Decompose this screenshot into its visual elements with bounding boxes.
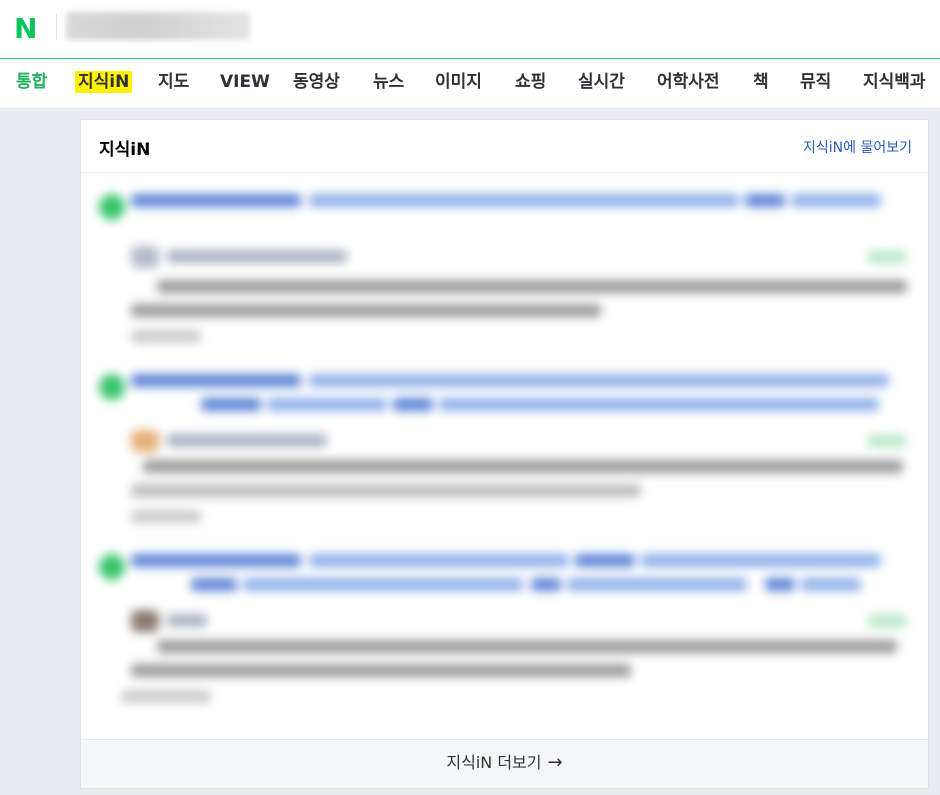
tab-integrated[interactable]: 통합 xyxy=(16,71,47,93)
more-jisikin-button[interactable]: 지식iN 더보기 → xyxy=(81,739,928,788)
question-badge-icon xyxy=(99,554,125,580)
tab-news[interactable]: 뉴스 xyxy=(373,71,404,93)
answer-badge xyxy=(867,250,907,264)
result-title-hl[interactable] xyxy=(745,194,785,207)
more-jisikin-label: 지식iN 더보기 xyxy=(446,753,542,772)
tab-dictionary[interactable]: 어학사전 xyxy=(657,71,720,93)
avatar xyxy=(131,246,159,268)
result-snippet xyxy=(131,304,601,317)
question-badge-icon xyxy=(99,194,125,220)
result-meta xyxy=(167,434,327,447)
result-title-hl[interactable] xyxy=(393,398,433,411)
search-input[interactable] xyxy=(66,12,250,40)
result-date xyxy=(131,330,201,343)
result-snippet xyxy=(157,280,907,293)
tab-encyclopedia[interactable]: 지식백과 xyxy=(863,71,926,93)
result-snippet xyxy=(157,640,897,653)
result-title[interactable] xyxy=(131,194,301,207)
tab-shopping[interactable]: 쇼핑 xyxy=(515,71,546,93)
result-title-hl[interactable] xyxy=(201,398,261,411)
arrow-right-icon: → xyxy=(547,752,563,773)
list-item[interactable] xyxy=(95,180,921,360)
list-item[interactable] xyxy=(95,360,921,540)
result-title-cont[interactable] xyxy=(309,194,739,207)
result-title-hl[interactable] xyxy=(575,554,635,567)
card-title: 지식iN xyxy=(99,140,151,160)
answer-badge xyxy=(867,434,907,448)
result-title-end[interactable] xyxy=(801,578,861,591)
answer-badge xyxy=(867,614,907,628)
result-meta xyxy=(167,614,207,627)
result-title[interactable] xyxy=(131,374,301,387)
list-item[interactable] xyxy=(95,540,921,720)
result-title-cont[interactable] xyxy=(267,398,387,411)
result-title-cont[interactable] xyxy=(567,578,747,591)
tab-book[interactable]: 책 xyxy=(753,71,769,93)
result-date xyxy=(131,510,201,523)
search-tabs: 통합 지식iN 지도 VIEW 동영상 뉴스 이미지 쇼핑 실시간 어학사전 책… xyxy=(0,59,940,109)
tab-realtime[interactable]: 실시간 xyxy=(578,71,625,93)
header-divider xyxy=(56,14,57,40)
tab-map[interactable]: 지도 xyxy=(158,71,189,93)
ask-jisikin-link[interactable]: 지식iN에 물어보기 xyxy=(803,137,912,157)
result-snippet xyxy=(131,664,631,677)
avatar xyxy=(131,610,159,632)
question-badge-icon xyxy=(99,374,125,400)
header: N xyxy=(0,0,940,59)
result-title-hl[interactable] xyxy=(191,578,237,591)
jisikin-card: 지식iN 지식iN에 물어보기 지식iN 더보기 → xyxy=(80,119,929,789)
result-title-cont[interactable] xyxy=(641,554,881,567)
avatar xyxy=(131,430,159,452)
result-title-hl[interactable] xyxy=(531,578,561,591)
tab-music[interactable]: 뮤직 xyxy=(800,71,831,93)
tab-image[interactable]: 이미지 xyxy=(435,71,482,93)
result-list xyxy=(95,180,921,720)
tab-video[interactable]: 동영상 xyxy=(293,71,340,93)
result-title-cont[interactable] xyxy=(243,578,523,591)
result-title-hl[interactable] xyxy=(765,578,795,591)
result-title-end[interactable] xyxy=(791,194,881,207)
result-title-end[interactable] xyxy=(439,398,879,411)
tab-view[interactable]: VIEW xyxy=(220,71,270,93)
result-title[interactable] xyxy=(131,554,301,567)
result-title-cont[interactable] xyxy=(309,374,889,387)
naver-logo[interactable]: N xyxy=(14,15,37,43)
result-snippet xyxy=(143,460,903,473)
tab-jisikin[interactable]: 지식iN xyxy=(75,71,133,93)
result-date xyxy=(121,690,211,703)
result-title-cont[interactable] xyxy=(309,554,569,567)
card-header: 지식iN 지식iN에 물어보기 xyxy=(81,120,928,173)
result-meta xyxy=(167,250,347,263)
result-snippet xyxy=(131,484,641,497)
